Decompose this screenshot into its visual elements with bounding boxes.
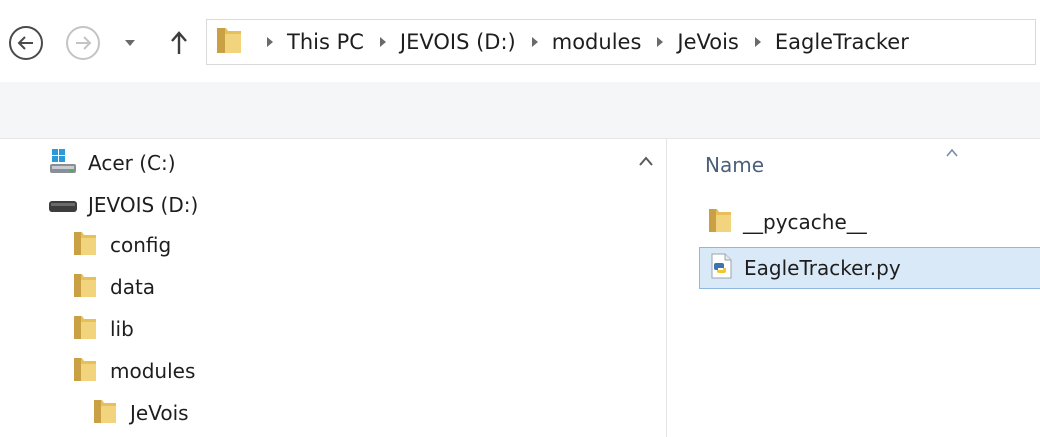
up-arrow-icon bbox=[171, 31, 187, 54]
removable-drive-icon bbox=[48, 188, 78, 222]
tree-item-config[interactable]: config bbox=[72, 227, 171, 263]
folder-icon bbox=[72, 355, 98, 387]
python-file-icon bbox=[708, 252, 734, 284]
chevron-down-icon bbox=[125, 40, 135, 46]
folder-icon bbox=[707, 206, 733, 238]
folder-icon bbox=[215, 25, 243, 59]
breadcrumb-arrow-icon[interactable] bbox=[747, 31, 769, 53]
navigation-bar: This PC JEVOIS (D:) modules JeVois Eagle… bbox=[0, 0, 1040, 82]
sort-ascending-icon bbox=[945, 143, 959, 157]
back-arrow-icon bbox=[17, 36, 33, 50]
file-row-eagletracker-py[interactable]: EagleTracker.py bbox=[699, 247, 1040, 289]
tree-label: JEVOIS (D:) bbox=[88, 193, 199, 217]
tree-item-modules[interactable]: modules bbox=[72, 353, 195, 389]
chevron-up-icon bbox=[639, 156, 653, 166]
breadcrumb-arrow-icon[interactable] bbox=[259, 31, 281, 53]
column-header-name[interactable]: Name bbox=[705, 153, 764, 177]
up-button[interactable] bbox=[164, 28, 194, 58]
scroll-up-button[interactable] bbox=[638, 151, 658, 167]
breadcrumb-arrow-icon[interactable] bbox=[524, 31, 546, 53]
file-row-pycache[interactable]: __pycache__ bbox=[699, 201, 1040, 243]
folder-icon bbox=[72, 229, 98, 261]
command-bar bbox=[0, 82, 1040, 139]
tree-label: modules bbox=[110, 359, 196, 383]
file-name: __pycache__ bbox=[743, 210, 867, 234]
back-button[interactable] bbox=[9, 26, 43, 60]
navigation-pane[interactable]: Acer (C:) JEVOIS (D:) config data lib mo… bbox=[0, 139, 667, 437]
tree-item-lib[interactable]: lib bbox=[72, 311, 134, 347]
tree-label: data bbox=[110, 275, 156, 299]
forward-arrow-icon bbox=[76, 36, 92, 50]
recent-locations-button[interactable] bbox=[120, 32, 140, 54]
forward-button[interactable] bbox=[66, 26, 100, 60]
tree-label: Acer (C:) bbox=[88, 151, 176, 175]
folder-icon bbox=[72, 313, 98, 345]
tree-item-acer-drive[interactable]: Acer (C:) bbox=[48, 145, 176, 181]
folder-icon bbox=[92, 397, 118, 429]
windows-drive-icon bbox=[48, 146, 78, 180]
folder-icon bbox=[72, 271, 98, 303]
tree-item-jevois[interactable]: JeVois bbox=[92, 395, 189, 431]
file-name: EagleTracker.py bbox=[744, 256, 901, 280]
tree-label: lib bbox=[110, 317, 134, 341]
file-list[interactable]: Name __pycache__ EagleTracker.py bbox=[667, 139, 1040, 437]
breadcrumb-modules[interactable]: modules bbox=[552, 30, 642, 54]
tree-label: JeVois bbox=[130, 401, 189, 425]
tree-item-data[interactable]: data bbox=[72, 269, 155, 305]
address-bar[interactable]: This PC JEVOIS (D:) modules JeVois Eagle… bbox=[206, 19, 1036, 65]
breadcrumb-jevois-drive[interactable]: JEVOIS (D:) bbox=[400, 30, 516, 54]
breadcrumb-this-pc[interactable]: This PC bbox=[287, 30, 364, 54]
tree-label: config bbox=[110, 233, 172, 257]
breadcrumb-arrow-icon[interactable] bbox=[649, 31, 671, 53]
breadcrumb-eagletracker[interactable]: EagleTracker bbox=[775, 30, 909, 54]
breadcrumb-jevois[interactable]: JeVois bbox=[677, 30, 738, 54]
tree-item-jevois-drive[interactable]: JEVOIS (D:) bbox=[48, 187, 198, 223]
breadcrumb-arrow-icon[interactable] bbox=[372, 31, 394, 53]
